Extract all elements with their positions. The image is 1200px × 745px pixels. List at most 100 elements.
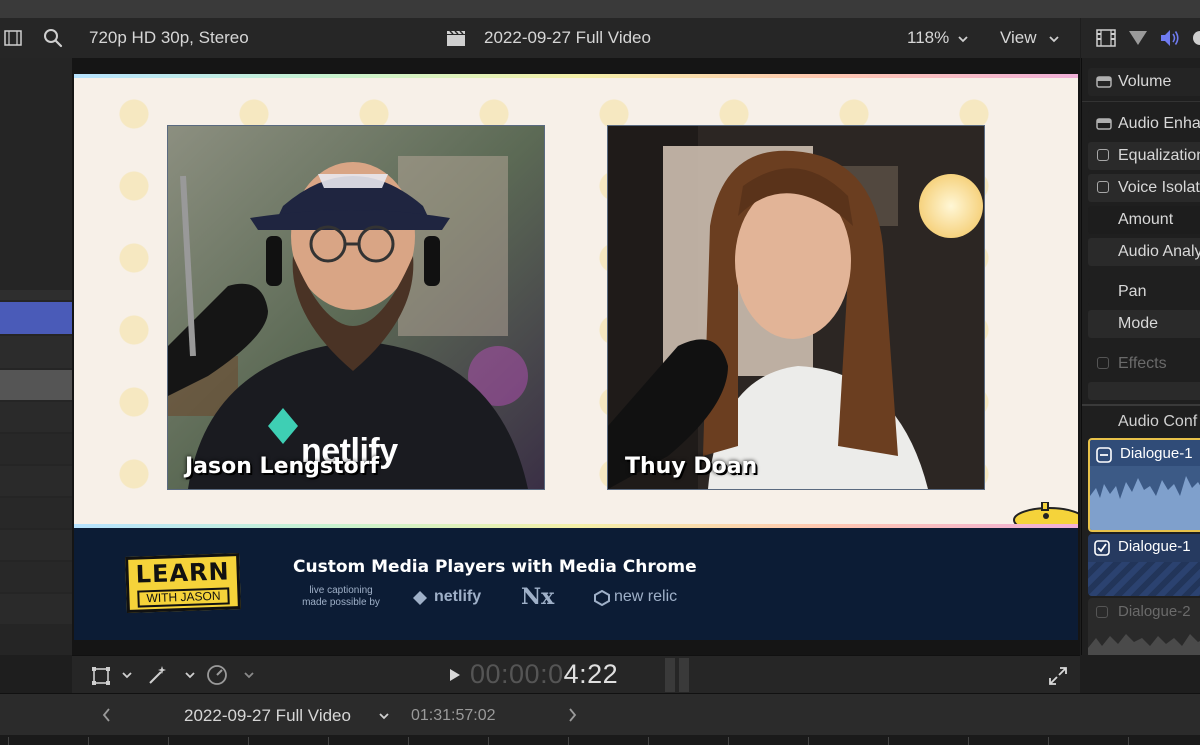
browser-row-selected[interactable] xyxy=(0,302,72,334)
browser-row[interactable] xyxy=(0,530,72,560)
checked-checkbox-icon[interactable] xyxy=(1094,540,1110,556)
waveform xyxy=(1088,634,1200,655)
audio-configuration-heading: Audio Conf xyxy=(1118,413,1198,430)
timeline-project-name: 2022-09-27 Full Video xyxy=(184,706,351,725)
audio-component-clip[interactable]: Dialogue-1 xyxy=(1088,534,1200,596)
filmstrip-icon[interactable] xyxy=(4,29,22,47)
project-title: 2022-09-27 Full Video xyxy=(484,28,651,47)
camera-panel-left: netlify Jason Lengstorf xyxy=(167,125,545,490)
inspector-toolbar xyxy=(1081,18,1200,58)
chevron-down-icon xyxy=(379,713,389,720)
volume-row[interactable]: Volume xyxy=(1088,68,1200,96)
color-inspector-icon[interactable] xyxy=(1128,30,1148,46)
fullscreen-icon[interactable] xyxy=(1048,666,1068,686)
right-speaker-caption: Thuy Doan xyxy=(625,454,758,479)
amount-label: Amount xyxy=(1118,211,1174,228)
view-menu[interactable]: View xyxy=(999,24,1061,52)
chevron-down-icon[interactable] xyxy=(122,672,132,679)
timecode-active-digits: 4:22 xyxy=(563,659,619,689)
clip-label: Dialogue-1 xyxy=(1120,445,1193,462)
browser-row[interactable] xyxy=(0,402,72,432)
ruler-tick xyxy=(488,737,489,745)
ruler-tick xyxy=(328,737,329,745)
voice-isolation-checkbox[interactable] xyxy=(1097,181,1109,193)
timecode-inactive-digits: 00:00:0 xyxy=(470,659,564,689)
transform-icon[interactable] xyxy=(91,666,111,686)
clapperboard-icon xyxy=(447,30,465,46)
audio-meter-left xyxy=(665,658,675,692)
effects-checkbox[interactable] xyxy=(1097,357,1109,369)
zoom-menu[interactable]: 118% xyxy=(906,24,970,52)
info-inspector-icon[interactable] xyxy=(1192,30,1200,46)
ruler-tick xyxy=(728,737,729,745)
audio-component-clip[interactable]: Dialogue-1 xyxy=(1088,438,1200,532)
equalization-checkbox[interactable] xyxy=(1097,149,1109,161)
ruler-tick xyxy=(408,737,409,745)
ruler-tick xyxy=(808,737,809,745)
ruler-tick xyxy=(1128,737,1129,745)
chevron-right-icon[interactable] xyxy=(568,708,577,722)
sponsor-new-relic: new relic xyxy=(614,588,678,605)
audio-component-clip[interactable]: Dialogue-2 xyxy=(1088,598,1200,655)
ruler-tick xyxy=(568,737,569,745)
left-speaker-caption: Jason Lengstorf xyxy=(185,454,380,479)
timecode-display[interactable]: 00:00:04:22 xyxy=(470,659,618,690)
search-icon[interactable] xyxy=(43,28,63,48)
browser-row-highlight[interactable] xyxy=(0,370,72,400)
window-title-strip xyxy=(0,0,1200,18)
caption-credit-line2: made possible by xyxy=(302,597,380,608)
browser-row[interactable] xyxy=(0,336,72,368)
equalization-row[interactable]: Equalization xyxy=(1088,142,1200,170)
minus-checkbox-icon[interactable] xyxy=(1096,447,1112,463)
mode-label: Mode xyxy=(1118,315,1159,332)
play-icon[interactable] xyxy=(449,668,461,682)
ruler-tick xyxy=(168,737,169,745)
format-label: 720p HD 30p, Stereo xyxy=(89,28,249,47)
volume-label: Volume xyxy=(1118,73,1172,90)
chevron-down-icon xyxy=(958,36,968,43)
unchecked-checkbox-icon[interactable] xyxy=(1096,606,1108,618)
browser-row[interactable] xyxy=(0,434,72,464)
clip-label: Dialogue-2 xyxy=(1118,603,1191,620)
audio-analysis-row[interactable]: Audio Analy xyxy=(1088,238,1200,266)
equalization-label: Equalization xyxy=(1118,147,1200,164)
audio-inspector-icon[interactable] xyxy=(1159,28,1181,48)
browser-row[interactable] xyxy=(0,594,72,624)
audio-meter-right xyxy=(679,658,689,692)
video-frame[interactable]: netlify Jason Lengstorf Thuy Doan LEARN … xyxy=(74,74,1078,640)
audio-enhancements-row[interactable]: Audio Enha xyxy=(1088,110,1200,138)
clip-label: Dialogue-1 xyxy=(1118,538,1191,555)
amount-row[interactable]: Amount xyxy=(1088,206,1200,234)
logo-line2: WITH JASON xyxy=(137,587,230,608)
viewer-toolbar: 720p HD 30p, Stereo 2022-09-27 Full Vide… xyxy=(72,18,1080,59)
magic-wand-icon[interactable] xyxy=(147,664,169,686)
section-toggle-icon[interactable] xyxy=(1096,76,1112,88)
ruler-tick xyxy=(888,737,889,745)
voice-isolation-row[interactable]: Voice Isolat xyxy=(1088,174,1200,202)
ruler-tick xyxy=(1048,737,1049,745)
effects-row[interactable]: Effects xyxy=(1088,350,1200,378)
browser-row[interactable] xyxy=(0,466,72,496)
chevron-down-icon[interactable] xyxy=(244,672,254,679)
chevron-down-icon[interactable] xyxy=(185,672,195,679)
project-menu[interactable]: 2022-09-27 Full Video xyxy=(184,704,394,728)
transport-bar: 00:00:04:22 xyxy=(72,655,1080,694)
mode-row[interactable]: Mode xyxy=(1088,310,1200,338)
browser-row[interactable] xyxy=(0,498,72,528)
learn-with-jason-logo: LEARN WITH JASON xyxy=(125,553,241,613)
new-relic-logo-icon xyxy=(594,590,610,606)
ruler-tick xyxy=(88,737,89,745)
browser-row[interactable] xyxy=(0,290,72,300)
section-toggle-icon[interactable] xyxy=(1096,118,1112,130)
chevron-left-icon[interactable] xyxy=(102,708,111,722)
ruler-tick xyxy=(648,737,649,745)
sponsor-netlify: netlify xyxy=(434,588,482,605)
video-inspector-icon[interactable] xyxy=(1096,29,1116,47)
lower-third-banner: LEARN WITH JASON Custom Media Players wi… xyxy=(74,528,1078,640)
browser-row[interactable] xyxy=(0,562,72,592)
pan-row[interactable]: Pan xyxy=(1088,278,1200,306)
retime-speed-icon[interactable] xyxy=(206,664,228,686)
zoom-value: 118% xyxy=(907,28,950,47)
effects-label: Effects xyxy=(1118,355,1167,372)
guest-video-image xyxy=(608,126,984,489)
